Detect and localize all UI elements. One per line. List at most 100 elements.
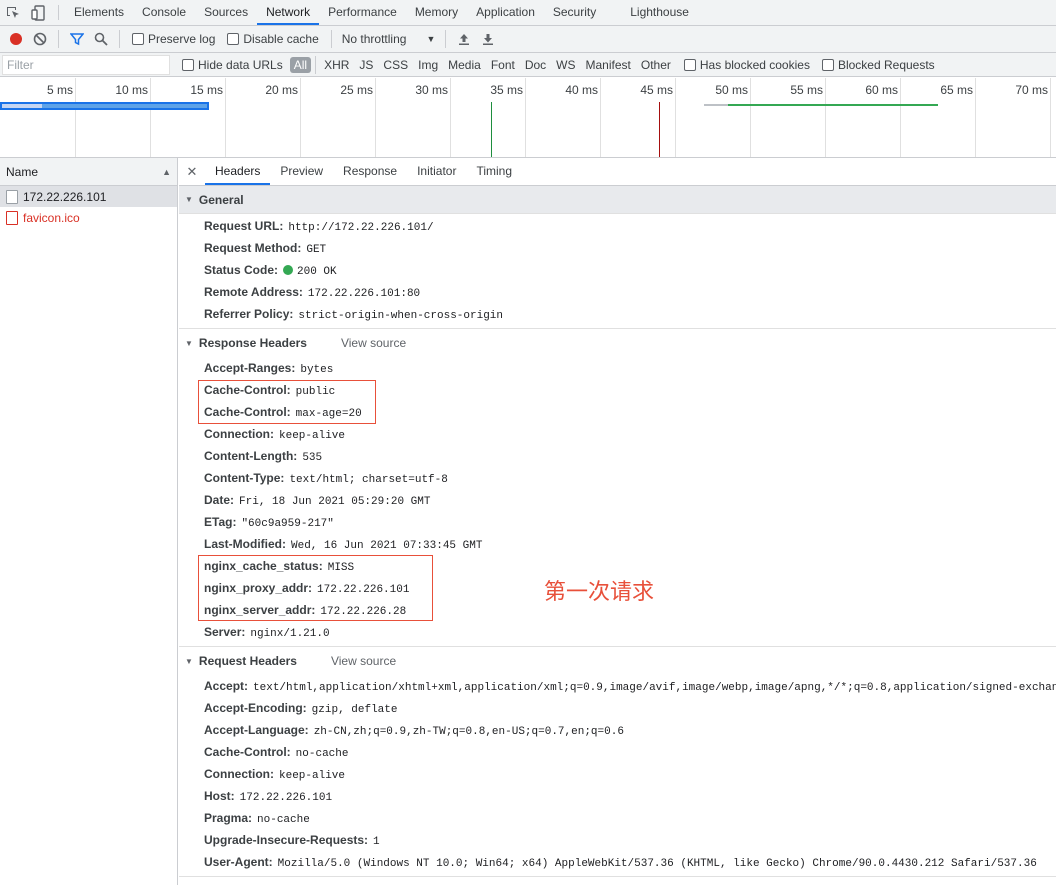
has-blocked-cookies-checkbox[interactable]: Has blocked cookies	[683, 58, 810, 72]
overview-tick-label: 55 ms	[790, 83, 823, 97]
filter-type-font[interactable]: Font	[487, 57, 519, 73]
clear-button[interactable]	[28, 27, 52, 51]
filter-type-js[interactable]: JS	[355, 57, 377, 73]
header-value: text/html,application/xhtml+xml,applicat…	[253, 682, 1056, 694]
hide-data-urls-checkbox[interactable]: Hide data URLs	[182, 58, 283, 72]
dom-content-loaded-marker	[491, 102, 492, 157]
response-headers-header[interactable]: ▼ Response Headers View source	[179, 329, 1056, 357]
filter-type-css[interactable]: CSS	[379, 57, 412, 73]
tab-sources[interactable]: Sources	[195, 0, 257, 25]
tab-preview[interactable]: Preview	[270, 158, 333, 185]
record-button[interactable]	[4, 27, 28, 51]
header-value: 535	[302, 452, 323, 464]
filter-type-all[interactable]: All	[289, 56, 312, 73]
header-key: Remote Address:	[204, 285, 303, 299]
overview-gridline	[675, 78, 676, 157]
export-har-icon[interactable]	[476, 27, 500, 51]
filter-type-media[interactable]: Media	[444, 57, 485, 73]
header-key: Host:	[204, 789, 235, 803]
divider	[315, 55, 317, 74]
header-value: bytes	[300, 364, 334, 376]
filter-type-xhr[interactable]: XHR	[320, 57, 353, 73]
device-toolbar-icon[interactable]	[26, 0, 52, 25]
close-icon[interactable]: ✕	[179, 158, 205, 185]
detail-tabs: ✕ Headers Preview Response Initiator Tim…	[179, 158, 1056, 186]
tab-timing[interactable]: Timing	[466, 158, 522, 185]
checkbox-box[interactable]	[821, 58, 834, 71]
overview-tick-label: 45 ms	[640, 83, 673, 97]
filter-type-manifest[interactable]: Manifest	[582, 57, 635, 73]
checkbox-box[interactable]	[182, 58, 194, 71]
disable-cache-checkbox[interactable]: Disable cache	[227, 32, 319, 46]
divider	[58, 30, 59, 48]
tab-application[interactable]: Application	[467, 0, 544, 25]
search-icon[interactable]	[89, 27, 113, 51]
tab-network[interactable]: Network	[257, 0, 320, 25]
preserve-log-checkbox[interactable]: Preserve log	[132, 32, 215, 46]
name-column-header[interactable]: Name ▲	[0, 158, 177, 186]
header-value: keep-alive	[279, 430, 346, 442]
checkbox-box[interactable]	[132, 33, 144, 45]
filter-input[interactable]: Filter	[2, 54, 170, 75]
header-key: User-Agent:	[204, 855, 273, 869]
view-source-link[interactable]: View source	[341, 336, 406, 350]
request-headers-header[interactable]: ▼ Request Headers View source	[179, 647, 1056, 675]
overview-tick-label: 35 ms	[490, 83, 523, 97]
checkbox-box[interactable]	[227, 33, 240, 45]
triangle-down-icon: ▼	[185, 656, 193, 666]
header-row: Request URL: http://172.22.226.101/	[179, 215, 1056, 237]
header-key: Accept:	[204, 679, 249, 693]
throttling-value: No throttling	[341, 32, 407, 46]
tab-headers[interactable]: Headers	[205, 158, 271, 185]
tab-memory[interactable]: Memory	[406, 0, 467, 25]
request-bar-content	[42, 104, 207, 108]
request-name: 172.22.226.101	[23, 189, 107, 204]
view-source-link[interactable]: View source	[331, 654, 396, 668]
tab-security[interactable]: Security	[544, 0, 605, 25]
filter-type-other[interactable]: Other	[637, 57, 675, 73]
devtools-tabbar: Elements Console Sources Network Perform…	[0, 0, 1056, 26]
tab-response[interactable]: Response	[333, 158, 407, 185]
tab-lighthouse[interactable]: Lighthouse	[621, 0, 698, 25]
filter-type-img[interactable]: Img	[414, 57, 442, 73]
network-overview[interactable]: 5 ms 10 ms 15 ms 20 ms 25 ms 30 ms 35 ms…	[0, 78, 1056, 158]
tab-console[interactable]: Console	[133, 0, 195, 25]
filter-type-ws[interactable]: WS	[552, 57, 579, 73]
header-key: Pragma:	[204, 811, 253, 825]
header-row: Connection: keep-alive	[179, 763, 1056, 785]
header-key: ETag:	[204, 515, 237, 529]
request-row[interactable]: 172.22.226.101	[0, 186, 177, 207]
overview-gridline	[600, 78, 601, 157]
header-key: Date:	[204, 493, 235, 507]
request-row[interactable]: favicon.ico	[0, 207, 177, 228]
blocked-requests-label: Blocked Requests	[837, 57, 935, 72]
overview-gridline	[825, 78, 826, 157]
tab-initiator[interactable]: Initiator	[407, 158, 466, 185]
blocked-requests-checkbox[interactable]: Blocked Requests	[821, 57, 935, 72]
header-key: Content-Type:	[204, 471, 285, 485]
import-har-icon[interactable]	[452, 27, 476, 51]
header-key: Accept-Language:	[204, 723, 309, 737]
request-name: favicon.ico	[23, 210, 80, 225]
overview-gridline	[300, 78, 301, 157]
panel-tabs: Elements Console Sources Network Perform…	[65, 0, 698, 25]
header-key: Request Method:	[204, 241, 302, 255]
header-value: Wed, 16 Jun 2021 07:33:45 GMT	[291, 540, 483, 552]
throttling-select[interactable]: No throttling ▼	[338, 32, 440, 46]
header-key: Accept-Encoding:	[204, 701, 307, 715]
filter-icon[interactable]	[65, 27, 89, 51]
request-list: Name ▲ 172.22.226.101 favicon.ico	[0, 158, 178, 885]
tab-elements[interactable]: Elements	[65, 0, 133, 25]
chevron-down-icon: ▼	[426, 34, 436, 44]
filter-type-doc[interactable]: Doc	[521, 57, 550, 73]
overview-gridline	[900, 78, 901, 157]
overview-gridline	[150, 78, 151, 157]
document-icon	[6, 189, 18, 204]
header-key: Server:	[204, 625, 246, 639]
tab-performance[interactable]: Performance	[319, 0, 406, 25]
checkbox-box[interactable]	[683, 58, 696, 71]
inspect-element-icon[interactable]	[0, 0, 26, 25]
request-headers-section: ▼ Request Headers View source Accept: tex…	[179, 647, 1056, 877]
request-bar-favicon	[728, 104, 938, 106]
general-section-header[interactable]: ▼ General	[179, 186, 1056, 214]
